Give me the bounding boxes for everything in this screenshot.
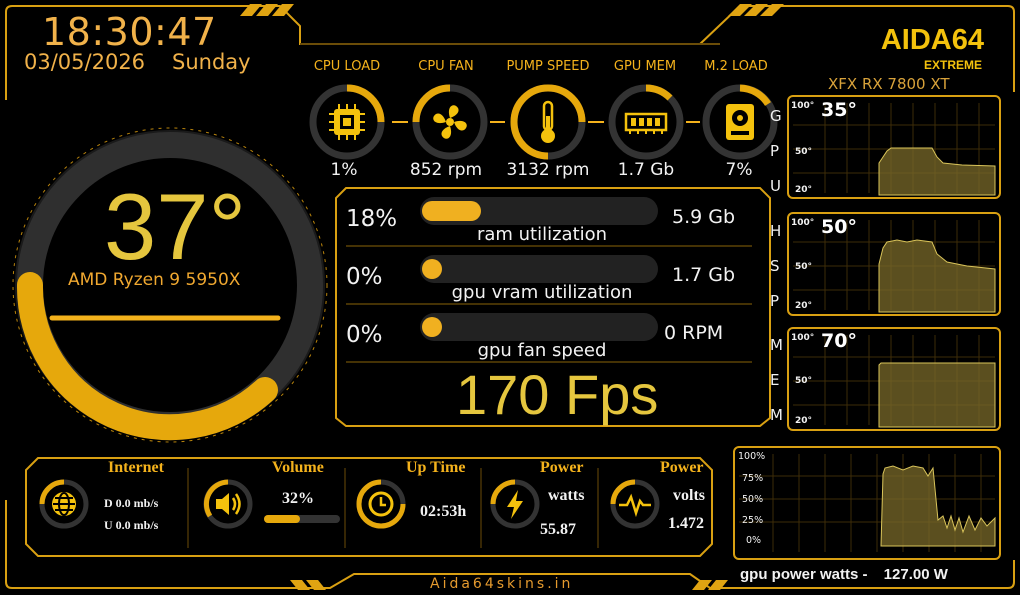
power-watts-value: 55.87 [540,521,576,538]
gpu-fan-speed-percent: 0% [346,322,383,348]
side-letter-p2: P [770,292,780,310]
hotspot-temp-value: 50° [821,216,857,238]
uptime-widget-ring [356,479,406,529]
internet-download: D 0.0 mb/s [104,496,159,510]
uptime-title: Up Time [406,459,466,476]
cpu-chip-icon [329,104,365,140]
speaker-icon [216,493,241,515]
internet-title: Internet [108,459,164,476]
power-volts-title: Power [660,459,704,476]
ram-utilization-label: ram utilization [476,224,608,245]
pump-speed-gauge [510,84,586,160]
power-graph-tick-50: 50% [742,494,764,505]
side-letter-p: P [770,142,780,160]
gpu-temp-graph [787,95,1001,199]
memory-temp-value: 70° [821,330,857,352]
gpu-fan-speed-label: gpu fan speed [477,340,607,361]
uptime-value: 02:53h [420,503,467,520]
power-watts-widget-ring [490,479,540,529]
fps-counter: 170 Fps [456,363,659,426]
gauge-arc [645,84,673,101]
volume-title: Volume [272,459,324,476]
side-letter-u: U [770,177,781,195]
gpu-model-name: XFX RX 7800 XT [828,75,950,93]
power-graph-tick-75: 75% [742,473,764,484]
gauge-arc [739,84,771,107]
clock-day: Sunday [172,50,251,74]
hotspot-graph-tick-100: 100° [791,218,815,228]
cpu-model-name: AMD Ryzen 9 5950X [68,270,241,290]
memory-graph-tick-20: 20° [795,416,813,426]
gpu-graph-tick-20: 20° [795,185,813,195]
volume-widget-ring [203,479,253,529]
gpu-graph-tick-100: 100° [791,101,815,111]
lightning-bolt-icon [507,490,523,519]
memory-graph-tick-50: 50° [795,376,813,386]
ram-utilization-percent: 18% [346,206,398,232]
side-letter-h: H [770,222,782,240]
side-letter-m: M [770,336,783,354]
volume-value[interactable]: 32% [282,490,314,508]
internet-widget-ring [39,479,89,529]
gpu-temp-value: 35° [821,99,857,121]
memory-module-icon [624,112,668,134]
globe-icon [52,492,76,516]
pulse-waveform-icon [619,493,651,518]
hotspot-graph-tick-20: 20° [795,301,813,311]
side-letter-e: E [770,371,780,389]
memory-graph-tick-100: 100° [791,333,815,343]
gauge-label-m2-load: M.2 LOAD [704,59,768,74]
gpu-fan-speed-bar-fill [422,317,442,337]
gauge-label-pump-speed: PUMP SPEED [506,59,590,74]
power-watts-label: watts [548,487,585,504]
fan-icon [433,105,467,139]
cpu-fan-gauge [412,84,488,160]
gauge-value-cpu-fan: 852 rpm [409,160,483,180]
gauge-value-pump-speed: 3132 rpm [506,160,590,180]
hotspot-graph-tick-50: 50° [795,262,813,272]
power-graph-tick-25: 25% [742,515,764,526]
gpu-power-caption: gpu power watts - 127.00 W [740,566,948,583]
side-letter-g: G [770,107,782,125]
power-volts-widget-ring [610,479,660,529]
hard-drive-icon [726,104,754,140]
cpu-temp-ring-arc [16,272,278,441]
gauge-label-gpu-mem: GPU MEM [613,59,677,74]
cpu-load-gauge [309,84,385,160]
brand-subtitle: EXTREME [923,58,982,72]
gpu-power-label: gpu power watts - [740,566,868,583]
internet-upload: U 0.0 mb/s [104,518,159,532]
side-letter-m2: M [770,406,783,424]
gauge-label-cpu-fan: CPU FAN [418,59,474,74]
power-volts-value: 1.472 [668,515,704,532]
gauge-arc [412,84,451,123]
clock-time: 18:30:47 [42,10,217,54]
gpu-mem-gauge [608,84,684,160]
clock-icon [368,491,394,517]
power-volts-label: volts [673,487,705,504]
gauge-value-cpu-load: 1% [330,160,358,180]
clock-date: 03/05/2026 [24,50,146,74]
gpu-power-value: 127.00 W [883,566,948,583]
gpu-vram-utilization-percent: 0% [346,264,383,290]
ram-utilization-bar-fill [422,201,481,221]
volume-slider-fill [264,515,300,523]
gauge-label-cpu-load: CPU LOAD [313,59,381,74]
gpu-vram-utilization-bar-fill [422,259,442,279]
power-watts-title: Power [540,459,584,476]
gpu-vram-utilization-label: gpu vram utilization [451,282,633,303]
thermometer-icon [541,100,555,143]
gpu-power-graph [733,446,1001,560]
power-graph-tick-0: 0% [746,535,762,546]
memory-temp-graph [787,327,1001,431]
power-graph-tick-100: 100% [738,451,766,462]
hotspot-temp-graph [787,212,1001,316]
footer-credit[interactable]: Aida64skins.in [430,576,573,592]
side-letter-s: S [770,257,780,275]
brand-logo: AIDA64 [880,24,984,56]
gpu-graph-tick-50: 50° [795,147,813,157]
cpu-temperature: 37° [104,174,247,279]
volume-slider[interactable] [264,515,340,523]
